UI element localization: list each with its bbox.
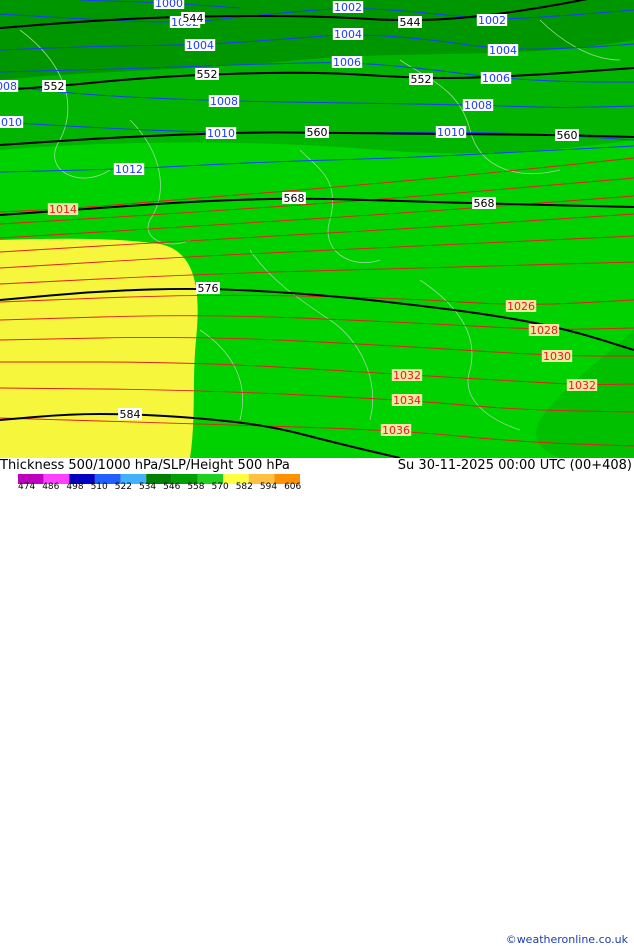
isobar-label-1006-0-text: 1006 [333, 56, 361, 69]
height-label-552-2-text: 552 [411, 73, 432, 86]
isobar-label-1010-0-text: 1010 [0, 116, 22, 129]
isobar-label-1028-0-text: 1028 [530, 324, 558, 337]
map-title: Thickness 500/1000 hPa/SLP/Height 500 hP… [0, 458, 290, 473]
legend-tick-582: 582 [235, 482, 253, 492]
isobar-label-1030-0: 1030 [541, 350, 573, 363]
height-label-552-2: 552 [409, 73, 433, 86]
height-label-560-0: 560 [305, 126, 329, 139]
isobar-label-1032-0: 1032 [391, 369, 423, 382]
isobar-label-1032-0-text: 1032 [393, 369, 421, 382]
height-label-568-1-text: 568 [474, 197, 495, 210]
weather-map: 1000100210021002100410041004100610061008… [0, 0, 634, 458]
height-label-568-0-text: 568 [284, 192, 305, 205]
isobar-label-1000-0: 1000 [153, 0, 185, 10]
isobar-label-1010-1-text: 1010 [207, 127, 235, 140]
isobar-label-1006-1: 1006 [480, 72, 512, 85]
isobar-label-1002-1: 1002 [332, 1, 364, 14]
thickness-map-canvas: 1000100210021002100410041004100610061008… [0, 0, 634, 458]
height-label-552-0: 552 [42, 80, 66, 93]
height-label-544-0: 544 [181, 12, 205, 25]
height-label-584-0-text: 584 [120, 408, 141, 421]
legend-tick-558: 558 [187, 482, 205, 492]
isobar-label-1036-0-text: 1036 [382, 424, 410, 437]
isobar-label-1032-1-text: 1032 [568, 379, 596, 392]
isobar-label-1036-0: 1036 [380, 424, 412, 437]
legend-tick-594: 594 [259, 482, 278, 492]
height-label-560-1-text: 560 [557, 129, 578, 142]
isobar-label-1012-0-text: 1012 [115, 163, 143, 176]
isobar-label-1008-0: 1008 [0, 80, 19, 93]
isobar-label-1010-0: 1010 [0, 116, 24, 129]
height-label-568-0: 568 [282, 192, 306, 205]
isobar-label-1010-1: 1010 [205, 127, 237, 140]
isobar-label-1030-0-text: 1030 [543, 350, 571, 363]
isobar-label-1004-1-text: 1004 [334, 28, 362, 41]
legend-tick-498: 498 [66, 482, 84, 492]
height-label-544-0-text: 544 [183, 12, 204, 25]
height-label-584-0: 584 [118, 408, 142, 421]
isobar-label-1026-0: 1026 [505, 300, 537, 313]
isobar-label-1032-1: 1032 [566, 379, 598, 392]
legend-tick-510: 510 [90, 482, 108, 492]
legend-tick-522: 522 [114, 482, 132, 492]
height-label-576-0: 576 [196, 282, 220, 295]
legend-tick-534: 534 [138, 482, 157, 492]
credit-text: ©weatheronline.co.uk [505, 933, 628, 946]
isobar-label-1014-0-text: 1014 [49, 203, 77, 216]
isobar-label-1002-1-text: 1002 [334, 1, 362, 14]
legend-tick-606: 606 [284, 482, 302, 492]
legend-tick-546: 546 [163, 482, 181, 492]
isobar-label-1010-2: 1010 [435, 126, 467, 139]
isobar-label-1004-1: 1004 [332, 28, 364, 41]
height-label-576-0-text: 576 [198, 282, 219, 295]
isobar-label-1004-2-text: 1004 [489, 44, 517, 57]
valid-time: Su 30-11-2025 00:00 UTC (00+408) [397, 458, 632, 473]
isobar-label-1004-0-text: 1004 [186, 39, 214, 52]
isobar-label-1010-2-text: 1010 [437, 126, 465, 139]
legend-tick-570: 570 [211, 482, 229, 492]
isobar-label-1004-2: 1004 [487, 44, 519, 57]
isobar-label-1002-2-text: 1002 [478, 14, 506, 27]
isobar-label-1008-2-text: 1008 [464, 99, 492, 112]
height-label-568-1: 568 [472, 197, 496, 210]
legend-tick-486: 486 [42, 482, 60, 492]
band-570 [0, 238, 198, 458]
isobar-label-1034-0: 1034 [391, 394, 423, 407]
isobar-label-1028-0: 1028 [528, 324, 560, 337]
isobar-label-1006-1-text: 1006 [482, 72, 510, 85]
isobar-label-1008-2: 1008 [462, 99, 494, 112]
height-label-560-0-text: 560 [307, 126, 328, 139]
isobar-label-1006-0: 1006 [331, 56, 363, 69]
height-label-552-1-text: 552 [197, 68, 218, 81]
isobar-label-1000-0-text: 1000 [155, 0, 183, 10]
isobar-label-1008-1-text: 1008 [210, 95, 238, 108]
height-label-544-1: 544 [398, 16, 422, 29]
height-label-544-1-text: 544 [400, 16, 421, 29]
isobar-label-1008-0-text: 1008 [0, 80, 17, 93]
isobar-label-1034-0-text: 1034 [393, 394, 421, 407]
isobar-label-1002-2: 1002 [476, 14, 508, 27]
isobar-label-1008-1: 1008 [208, 95, 240, 108]
isobar-label-1004-0: 1004 [184, 39, 216, 52]
legend-tick-474: 474 [18, 482, 36, 492]
legend-tick-labels: 474 486 498 510 522 534 546 558 570 582 594 606 [18, 482, 308, 492]
height-label-552-0-text: 552 [44, 80, 65, 93]
isobar-label-1012-0: 1012 [113, 163, 145, 176]
isobar-label-1014-0: 1014 [47, 203, 79, 216]
height-label-552-1: 552 [195, 68, 219, 81]
height-label-560-1: 560 [555, 129, 579, 142]
isobar-label-1026-0-text: 1026 [507, 300, 535, 313]
